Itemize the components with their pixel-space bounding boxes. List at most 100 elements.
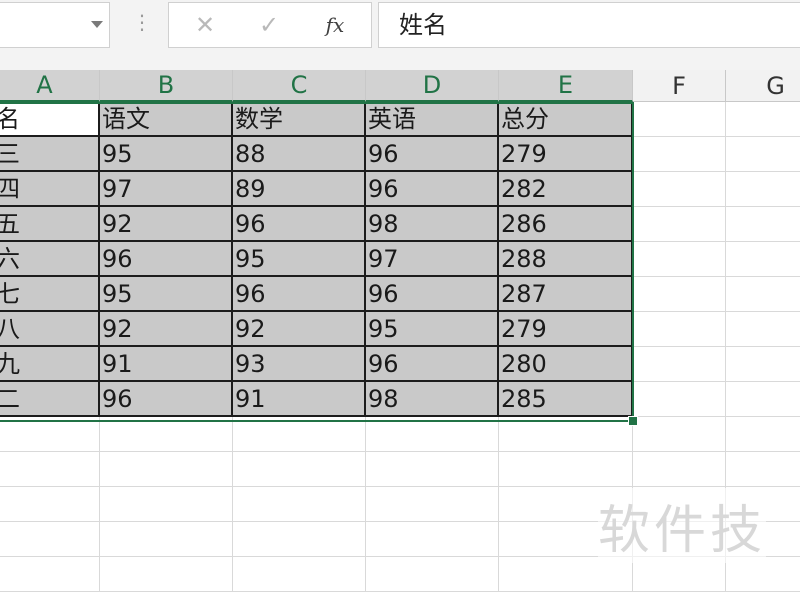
empty-cell[interactable] [233, 557, 366, 592]
table-cell[interactable]: 95 [366, 312, 499, 347]
enter-icon[interactable]: ✓ [239, 3, 299, 47]
table-cell[interactable]: 89 [233, 172, 366, 207]
empty-cell[interactable] [726, 242, 800, 277]
table-cell[interactable]: 92 [100, 207, 233, 242]
empty-cell[interactable] [726, 277, 800, 312]
table-cell[interactable]: 95 [233, 242, 366, 277]
column-header-d[interactable]: D [366, 70, 499, 102]
table-cell[interactable]: 288 [499, 242, 633, 277]
empty-cell[interactable] [100, 522, 233, 557]
empty-cell[interactable] [633, 347, 726, 382]
empty-cell[interactable] [233, 522, 366, 557]
table-cell[interactable]: 98 [366, 207, 499, 242]
table-cell[interactable]: 五 [0, 207, 100, 242]
empty-cell[interactable] [233, 452, 366, 487]
column-header-b[interactable]: B [100, 70, 233, 102]
table-cell[interactable]: 96 [366, 277, 499, 312]
table-cell[interactable]: 98 [366, 382, 499, 417]
column-header-f[interactable]: F [633, 70, 726, 102]
table-cell[interactable]: 97 [366, 242, 499, 277]
empty-cell[interactable] [726, 172, 800, 207]
empty-cell[interactable] [726, 207, 800, 242]
name-box[interactable] [0, 2, 110, 48]
empty-cell[interactable] [499, 452, 633, 487]
table-cell[interactable]: 93 [233, 347, 366, 382]
empty-cell[interactable] [726, 452, 800, 487]
column-header-g[interactable]: G [726, 70, 800, 102]
empty-cell[interactable] [0, 452, 100, 487]
table-cell[interactable]: 95 [100, 277, 233, 312]
empty-cell[interactable] [726, 347, 800, 382]
empty-cell[interactable] [726, 102, 800, 137]
table-cell[interactable]: 三 [0, 137, 100, 172]
column-header-a[interactable]: A [0, 70, 100, 102]
empty-cell[interactable] [100, 452, 233, 487]
table-cell[interactable]: 96 [366, 137, 499, 172]
empty-cell[interactable] [366, 452, 499, 487]
table-cell[interactable]: 95 [100, 137, 233, 172]
empty-cell[interactable] [100, 487, 233, 522]
fill-handle[interactable] [628, 416, 638, 426]
empty-cell[interactable] [633, 417, 726, 452]
table-cell[interactable]: 七 [0, 277, 100, 312]
empty-cell[interactable] [633, 102, 726, 137]
table-cell[interactable]: 六 [0, 242, 100, 277]
table-cell[interactable]: 语文 [100, 102, 233, 137]
empty-cell[interactable] [726, 417, 800, 452]
table-cell[interactable]: 四 [0, 172, 100, 207]
table-cell[interactable]: 282 [499, 172, 633, 207]
table-cell[interactable]: 286 [499, 207, 633, 242]
empty-cell[interactable] [726, 137, 800, 172]
table-cell[interactable]: 英语 [366, 102, 499, 137]
empty-cell[interactable] [366, 487, 499, 522]
table-cell[interactable]: 96 [233, 277, 366, 312]
empty-cell[interactable] [633, 452, 726, 487]
table-cell[interactable]: 92 [100, 312, 233, 347]
table-cell[interactable]: 91 [233, 382, 366, 417]
empty-cell[interactable] [0, 417, 100, 452]
table-cell[interactable]: 287 [499, 277, 633, 312]
empty-cell[interactable] [0, 557, 100, 592]
empty-cell[interactable] [633, 277, 726, 312]
table-cell[interactable]: 96 [233, 207, 366, 242]
empty-cell[interactable] [633, 207, 726, 242]
empty-cell[interactable] [100, 557, 233, 592]
column-header-e[interactable]: E [499, 70, 633, 102]
table-cell[interactable]: 96 [366, 347, 499, 382]
empty-cell[interactable] [633, 382, 726, 417]
cancel-icon[interactable]: ✕ [175, 3, 235, 47]
formula-input[interactable]: 姓名 [378, 2, 800, 48]
table-cell[interactable]: 285 [499, 382, 633, 417]
table-cell[interactable]: 91 [100, 347, 233, 382]
table-cell[interactable]: 96 [100, 242, 233, 277]
empty-cell[interactable] [366, 522, 499, 557]
table-cell[interactable]: 八 [0, 312, 100, 347]
table-cell[interactable]: 九 [0, 347, 100, 382]
empty-cell[interactable] [499, 417, 633, 452]
table-cell[interactable]: 二 [0, 382, 100, 417]
empty-cell[interactable] [233, 417, 366, 452]
empty-cell[interactable] [233, 487, 366, 522]
empty-cell[interactable] [0, 522, 100, 557]
empty-cell[interactable] [366, 417, 499, 452]
chevron-down-icon[interactable] [91, 21, 103, 28]
empty-cell[interactable] [633, 312, 726, 347]
table-cell[interactable]: 92 [233, 312, 366, 347]
table-cell[interactable]: 96 [100, 382, 233, 417]
table-cell[interactable]: 总分 [499, 102, 633, 137]
table-cell[interactable]: 279 [499, 137, 633, 172]
empty-cell[interactable] [100, 417, 233, 452]
empty-cell[interactable] [0, 487, 100, 522]
empty-cell[interactable] [633, 172, 726, 207]
empty-cell[interactable] [633, 242, 726, 277]
empty-cell[interactable] [633, 137, 726, 172]
table-cell[interactable]: 名 [0, 102, 100, 137]
table-cell[interactable]: 88 [233, 137, 366, 172]
table-cell[interactable]: 数学 [233, 102, 366, 137]
table-cell[interactable]: 279 [499, 312, 633, 347]
table-cell[interactable]: 97 [100, 172, 233, 207]
column-header-c[interactable]: C [233, 70, 366, 102]
empty-cell[interactable] [726, 312, 800, 347]
empty-cell[interactable] [726, 382, 800, 417]
insert-function-icon[interactable]: fx [305, 3, 365, 47]
